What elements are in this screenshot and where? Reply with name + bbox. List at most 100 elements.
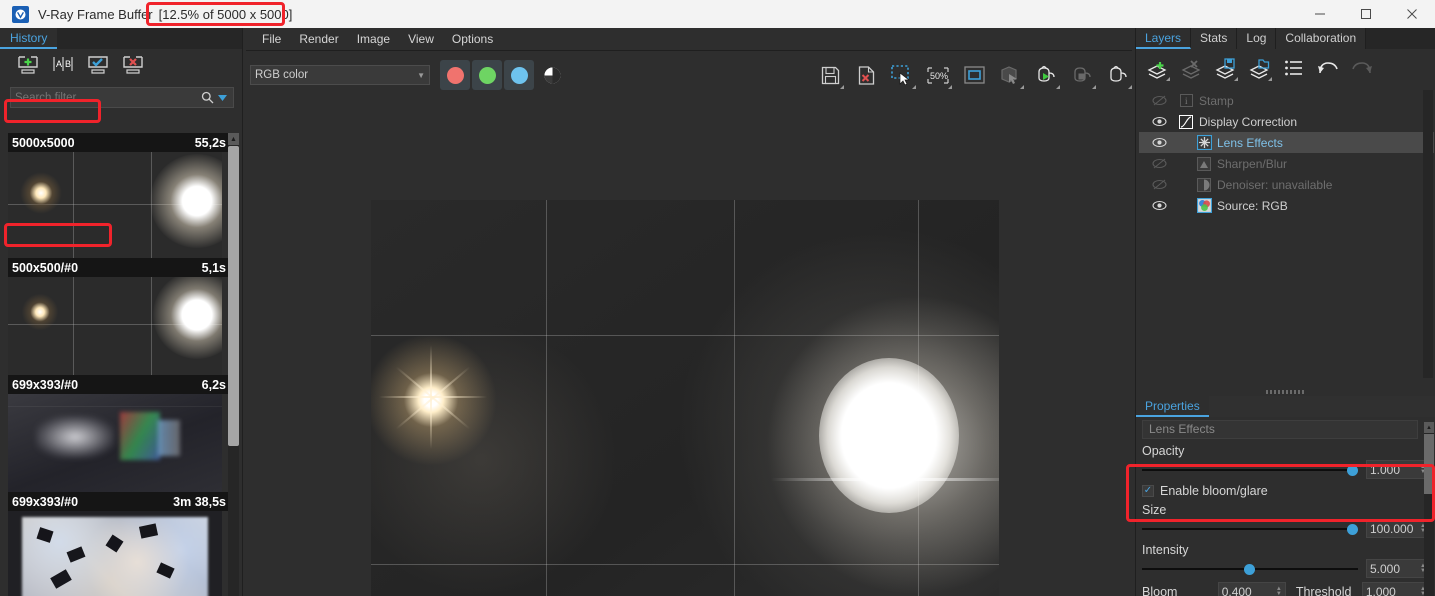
save-layers-icon[interactable]: [1212, 55, 1240, 81]
add-layer-icon[interactable]: [1144, 55, 1172, 81]
right-tabbar-filler: [1366, 28, 1435, 49]
menu-file[interactable]: File: [253, 28, 290, 50]
history-item-header: 699x393/#0 6,2s: [8, 375, 230, 394]
history-thumbnail[interactable]: [8, 511, 222, 596]
render-stop-icon[interactable]: [1067, 60, 1097, 90]
properties-scrollbar[interactable]: ▲: [1424, 422, 1434, 596]
zoom-level-icon[interactable]: 50%: [923, 60, 953, 90]
menu-render[interactable]: Render: [290, 28, 347, 50]
layer-row-stamp[interactable]: i Stamp: [1139, 90, 1434, 111]
tab-log[interactable]: Log: [1237, 28, 1277, 49]
threshold-label: Threshold: [1295, 584, 1352, 596]
layer-name-field[interactable]: Lens Effects: [1142, 420, 1418, 439]
history-item-name: 500x500/#0: [12, 260, 79, 275]
vray-frame-buffer-window: V-Ray Frame Buffer [12.5% of 5000 x 5000…: [0, 0, 1435, 596]
history-toolbar: A B: [0, 49, 242, 83]
history-scrollbar[interactable]: ▲: [228, 133, 239, 596]
render-start-icon[interactable]: [1031, 60, 1061, 90]
list-item[interactable]: 500x500/#0 5,1s: [8, 258, 230, 375]
spinner-arrows-icon[interactable]: ▲▼: [1276, 586, 1282, 596]
layers-list[interactable]: i Stamp Display Correction Lens Effects …: [1139, 90, 1434, 378]
opacity-slider[interactable]: [1142, 463, 1359, 477]
visibility-on-icon[interactable]: [1145, 116, 1173, 127]
fit-to-window-icon[interactable]: [959, 60, 989, 90]
list-item[interactable]: 5000x5000 55,2s: [8, 133, 230, 258]
region-render-icon[interactable]: [887, 60, 917, 90]
menu-options[interactable]: Options: [443, 28, 502, 50]
green-channel-toggle[interactable]: [472, 60, 502, 90]
threshold-value-field[interactable]: 1.000 ▲ ▼: [1361, 582, 1430, 596]
layer-row-denoiser[interactable]: Denoiser: unavailable: [1139, 174, 1434, 195]
color-mode-select[interactable]: RGB color ▼: [250, 65, 430, 85]
tab-collaboration[interactable]: Collaboration: [1276, 28, 1367, 49]
intensity-value-field[interactable]: 5.000 ▲▼: [1366, 559, 1430, 578]
search-input[interactable]: [15, 91, 200, 104]
save-to-history-icon[interactable]: [16, 55, 42, 77]
properties-tabbar-filler: [1208, 396, 1435, 417]
size-slider[interactable]: [1142, 522, 1359, 536]
visibility-on-icon[interactable]: [1145, 137, 1173, 148]
maximize-button[interactable]: [1343, 0, 1389, 28]
history-thumbnail[interactable]: [8, 394, 222, 492]
redo-icon[interactable]: [1348, 55, 1376, 81]
layers-scrollbar[interactable]: [1423, 90, 1433, 378]
bloom-value-field[interactable]: 0.400 ▲ ▼: [1217, 582, 1286, 596]
opacity-value-field[interactable]: 1.000 ▲▼: [1366, 460, 1430, 479]
alpha-channel-toggle[interactable]: [537, 60, 567, 90]
history-thumbnail[interactable]: [8, 277, 222, 375]
minimize-button[interactable]: [1297, 0, 1343, 28]
track-3d-icon[interactable]: [995, 60, 1025, 90]
layer-row-display-correction[interactable]: Display Correction: [1139, 111, 1434, 132]
menu-bar: File Render Image View Options: [244, 28, 1135, 50]
threshold-value: 1.000: [1365, 584, 1396, 596]
layer-label: Display Correction: [1199, 114, 1298, 129]
size-value-field[interactable]: 100.000 ▲▼: [1366, 519, 1430, 538]
undo-icon[interactable]: [1314, 55, 1342, 81]
scroll-up-icon[interactable]: ▲: [228, 133, 239, 145]
red-channel-toggle[interactable]: [440, 60, 470, 90]
load-from-history-icon[interactable]: [86, 55, 112, 77]
list-item[interactable]: 699x393/#0 3m 38,5s: [8, 492, 230, 596]
list-item[interactable]: 699x393/#0 6,2s: [8, 375, 230, 492]
blue-channel-toggle[interactable]: [504, 60, 534, 90]
clear-image-icon[interactable]: [851, 60, 881, 90]
tab-layers[interactable]: Layers: [1136, 28, 1192, 49]
chevron-down-icon[interactable]: [215, 94, 229, 101]
render-last-icon[interactable]: [1103, 60, 1133, 90]
visibility-on-icon[interactable]: [1145, 200, 1173, 211]
save-image-icon[interactable]: [815, 60, 845, 90]
scrollbar-thumb[interactable]: [228, 146, 239, 446]
menu-image[interactable]: Image: [348, 28, 399, 50]
load-layers-icon[interactable]: [1246, 55, 1274, 81]
delete-layer-icon[interactable]: [1178, 55, 1206, 81]
scrollbar-thumb[interactable]: [1424, 434, 1434, 494]
image-viewport[interactable]: [244, 96, 1135, 596]
rendered-image[interactable]: [371, 200, 999, 596]
enable-bloom-checkbox[interactable]: ✓: [1142, 485, 1154, 497]
properties-body: Lens Effects Opacity 1.000 ▲▼ ✓ Enable b…: [1142, 420, 1430, 596]
opacity-label: Opacity: [1142, 444, 1185, 458]
scroll-up-icon[interactable]: ▲: [1424, 422, 1434, 433]
layer-row-lens-effects[interactable]: Lens Effects: [1139, 132, 1434, 153]
history-list[interactable]: 5000x5000 55,2s 500x500/#0 5,1s 699x393/…: [8, 133, 230, 596]
enable-bloom-row[interactable]: ✓ Enable bloom/glare: [1142, 484, 1430, 498]
layer-presets-icon[interactable]: [1280, 55, 1308, 81]
intensity-slider[interactable]: [1142, 562, 1358, 576]
layer-label: Stamp: [1199, 93, 1234, 108]
history-search-box[interactable]: [10, 87, 234, 108]
layer-row-sharpen-blur[interactable]: Sharpen/Blur: [1139, 153, 1434, 174]
visibility-off-icon[interactable]: [1145, 179, 1173, 190]
tab-stats[interactable]: Stats: [1191, 28, 1238, 49]
tab-properties[interactable]: Properties: [1136, 396, 1209, 417]
close-button[interactable]: [1389, 0, 1435, 28]
visibility-off-icon[interactable]: [1145, 158, 1173, 169]
ab-compare-icon[interactable]: A B: [51, 55, 77, 77]
tab-history[interactable]: History: [0, 28, 58, 49]
layer-row-source-rgb[interactable]: Source: RGB: [1139, 195, 1434, 216]
delete-history-icon[interactable]: [121, 55, 147, 77]
size-label: Size: [1142, 503, 1167, 517]
panel-splitter[interactable]: [1136, 388, 1435, 396]
history-thumbnail[interactable]: [8, 152, 222, 258]
menu-view[interactable]: View: [399, 28, 443, 50]
visibility-off-icon[interactable]: [1145, 95, 1173, 106]
